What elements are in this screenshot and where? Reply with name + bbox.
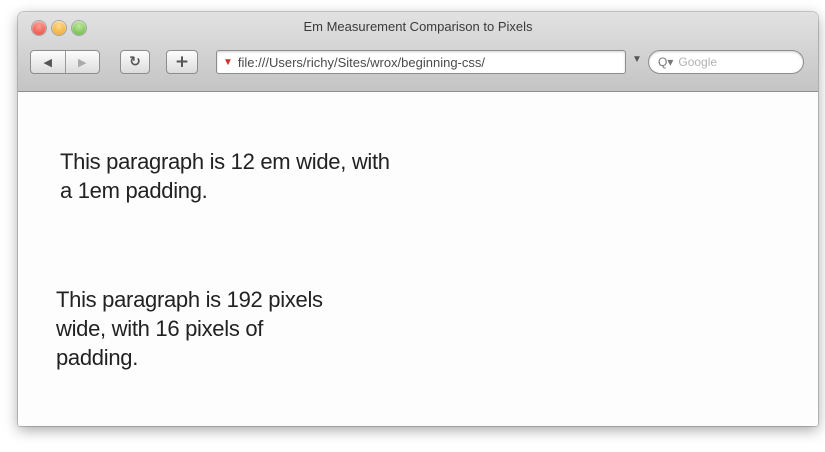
back-forward-buttons: ◀ ▶: [30, 50, 100, 74]
forward-arrow-icon[interactable]: ▶: [64, 51, 100, 73]
favicon-icon: ▼: [223, 56, 233, 68]
window-title: Em Measurement Comparison to Pixels: [303, 19, 533, 34]
page-content: This paragraph is 12 em wide, with a 1em…: [18, 92, 818, 426]
paragraph-pixels: This paragraph is 192 pixels wide, with …: [56, 287, 323, 370]
reload-icon: ↻: [129, 54, 141, 70]
add-bookmark-icon: +: [174, 52, 190, 72]
close-icon[interactable]: [32, 21, 46, 35]
paragraph-em: This paragraph is 12 em wide, with a 1em…: [60, 149, 390, 203]
address-bar[interactable]: ▼ file:///Users/richy/Sites/wrox/beginni…: [216, 50, 626, 74]
search-placeholder: Google: [678, 55, 718, 69]
minimize-icon[interactable]: [52, 21, 66, 35]
back-arrow-icon[interactable]: ◀: [31, 51, 65, 73]
url-text: file:///Users/richy/Sites/wrox/beginning…: [237, 54, 485, 70]
browser-toolbar: Em Measurement Comparison to Pixels ◀ ▶ …: [18, 12, 818, 92]
url-dropdown-icon[interactable]: ▼: [632, 54, 642, 65]
search-field[interactable]: Q▾ Google: [648, 50, 804, 74]
browser-window: Em Measurement Comparison to Pixels ◀ ▶ …: [18, 12, 818, 426]
add-bookmark-button[interactable]: +: [166, 50, 198, 74]
zoom-icon[interactable]: [72, 21, 86, 35]
search-icon[interactable]: Q▾: [658, 55, 673, 69]
reload-button[interactable]: ↻: [120, 50, 150, 74]
